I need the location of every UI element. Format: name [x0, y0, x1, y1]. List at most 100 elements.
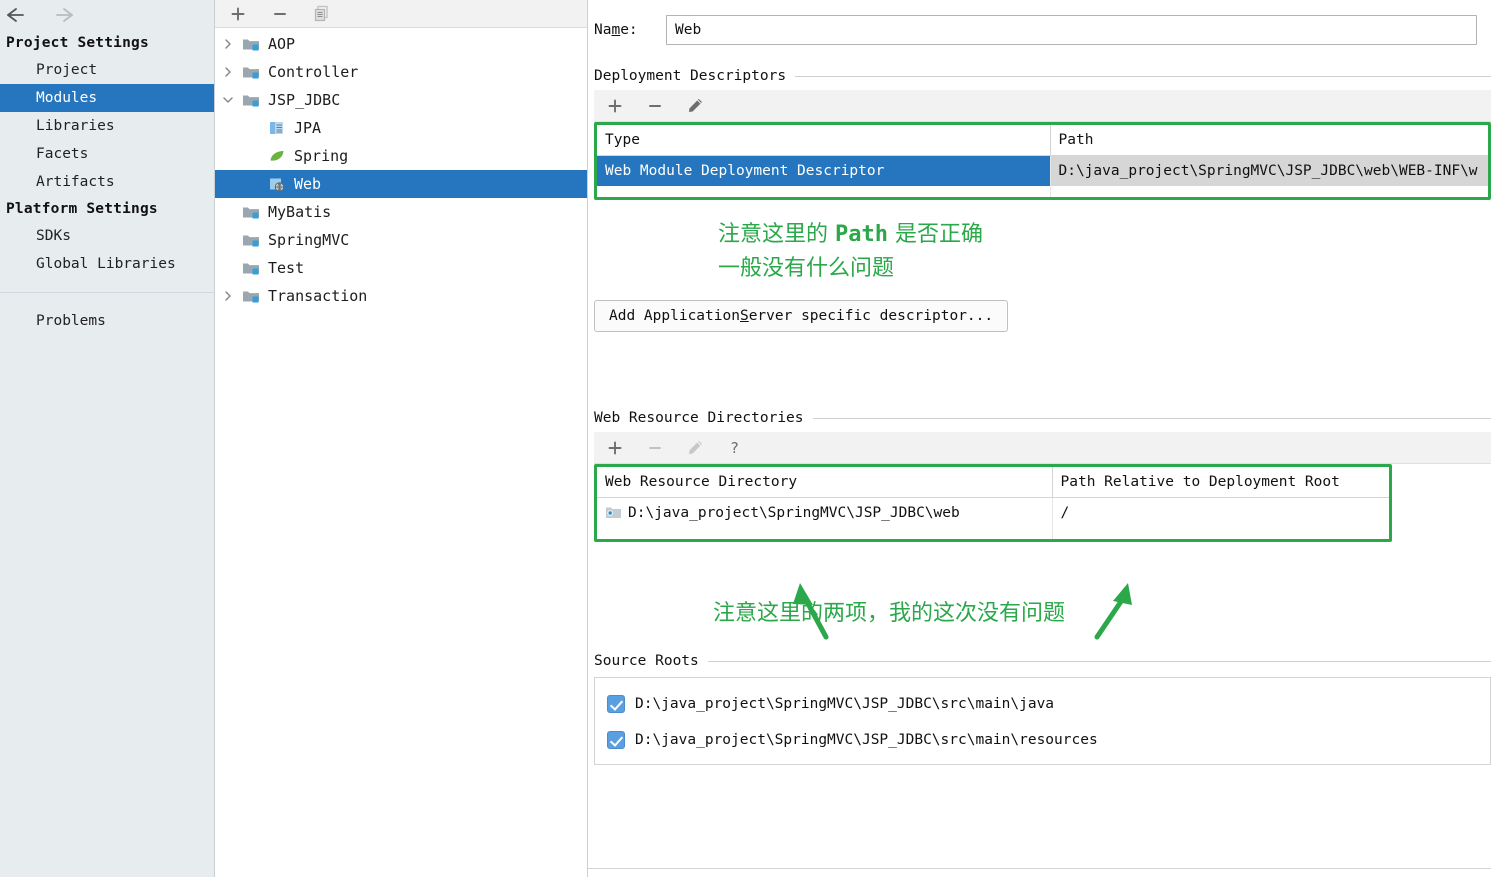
modules-tree[interactable]: AOP Controller JSP_JDBC JPA Spring Web M…: [215, 28, 587, 877]
sidebar-item-libraries[interactable]: Libraries: [0, 112, 214, 140]
tree-node-label: Web: [294, 175, 322, 193]
source-roots-list[interactable]: D:\java_project\SpringMVC\JSP_JDBC\src\m…: [594, 677, 1491, 765]
sidebar-item-problems[interactable]: Problems: [0, 307, 214, 335]
annotation-web-resource-note: 注意这里的两项，我的这次没有问题: [713, 597, 1491, 631]
add-descriptor-button[interactable]: [604, 95, 626, 117]
module-folder-icon: [241, 230, 261, 250]
tree-node-label: Spring: [294, 147, 349, 165]
column-header-type[interactable]: Type: [597, 125, 1051, 156]
table-empty-row: [597, 527, 1389, 539]
chevron-down-icon[interactable]: [215, 86, 241, 114]
back-arrow-icon[interactable]: [4, 3, 32, 27]
cell-descriptor-type: Web Module Deployment Descriptor: [597, 155, 1051, 186]
sidebar-item-facets[interactable]: Facets: [0, 140, 214, 168]
cell-path-relative: /: [1060, 504, 1070, 521]
tree-node-jpa[interactable]: JPA: [215, 114, 587, 142]
web-resource-help-icon[interactable]: ?: [724, 437, 746, 459]
sidebar-nav-arrows: [0, 0, 214, 30]
remove-module-button[interactable]: [269, 3, 291, 25]
module-folder-icon: [241, 202, 261, 222]
module-detail-panel: Name: Deployment Descriptors: [588, 0, 1491, 877]
chevron-right-icon[interactable]: [215, 58, 241, 86]
sidebar-item-project[interactable]: Project: [0, 56, 214, 84]
table-row[interactable]: Web Module Deployment Descriptor D:\java…: [597, 155, 1488, 186]
cell-text: D:\java_project\SpringMVC\JSP_JDBC\web: [628, 504, 960, 521]
chevron-right-icon[interactable]: [215, 282, 241, 310]
web-resource-directories-section-header: Web Resource Directories: [588, 410, 1491, 426]
module-folder-icon: [241, 258, 261, 278]
tree-node-label: JPA: [294, 119, 322, 137]
module-folder-icon: [241, 90, 261, 110]
cell-descriptor-path: D:\java_project\SpringMVC\JSP_JDBC\web\W…: [1050, 155, 1488, 186]
tree-node-label: SpringMVC: [268, 231, 350, 249]
tree-node-label: Transaction: [268, 287, 368, 305]
source-root-checkbox[interactable]: [607, 731, 625, 749]
sidebar-group-project-settings: Project Settings Project Modules Librari…: [0, 30, 214, 196]
add-module-button[interactable]: [227, 3, 249, 25]
web-resource-directories-toolbar: ?: [594, 432, 1491, 464]
source-root-row[interactable]: D:\java_project\SpringMVC\JSP_JDBC\src\m…: [595, 686, 1490, 722]
table-empty-row: [597, 185, 1488, 197]
remove-web-resource-button: [644, 437, 666, 459]
sidebar-item-sdks[interactable]: SDKs: [0, 222, 214, 250]
sidebar-item-modules[interactable]: Modules: [0, 84, 214, 112]
tree-node-jsp-jdbc[interactable]: JSP_JDBC: [215, 86, 587, 114]
source-root-row[interactable]: D:\java_project\SpringMVC\JSP_JDBC\src\m…: [595, 722, 1490, 758]
bottom-divider: [588, 868, 1491, 869]
sidebar-group-title: Platform Settings: [6, 201, 158, 217]
forward-arrow-icon[interactable]: [48, 3, 76, 27]
tree-node-test[interactable]: Test: [215, 254, 587, 282]
modules-tree-panel: AOP Controller JSP_JDBC JPA Spring Web M…: [215, 0, 588, 877]
remove-descriptor-button[interactable]: [644, 95, 666, 117]
jpa-facet-icon: [267, 118, 287, 138]
spring-facet-icon: [267, 146, 287, 166]
project-structure-dialog: Project Settings Project Modules Librari…: [0, 0, 1491, 877]
web-facet-icon: [267, 174, 287, 194]
tree-node-controller[interactable]: Controller: [215, 58, 587, 86]
sidebar-group-platform-settings: Platform Settings SDKs Global Libraries: [0, 196, 214, 278]
cell-web-resource-directory: D:\java_project\SpringMVC\JSP_JDBC\web: [597, 497, 1053, 528]
tree-node-label: MyBatis: [268, 203, 332, 221]
tree-node-aop[interactable]: AOP: [215, 30, 587, 58]
web-resource-directories-table[interactable]: Web Resource Directory Path Relative to …: [597, 467, 1389, 539]
edit-web-resource-button: [684, 437, 706, 459]
deployment-descriptors-table-highlight: Type Path Web Module Deployment Descript…: [594, 122, 1491, 200]
section-rule: [795, 75, 1491, 77]
module-name-input[interactable]: [666, 15, 1477, 45]
annotation-line: 一般没有什么问题: [718, 256, 895, 281]
tree-node-spring[interactable]: Spring: [215, 142, 587, 170]
source-root-path: D:\java_project\SpringMVC\JSP_JDBC\src\m…: [635, 696, 1055, 712]
sidebar-group-title: Project Settings: [6, 35, 149, 51]
deployment-descriptors-section-header: Deployment Descriptors: [588, 68, 1491, 84]
column-header-path[interactable]: Path: [1050, 125, 1488, 156]
table-row[interactable]: D:\java_project\SpringMVC\JSP_JDBC\web /: [597, 497, 1389, 528]
tree-node-web[interactable]: Web: [215, 170, 587, 198]
settings-sidebar: Project Settings Project Modules Librari…: [0, 0, 215, 877]
section-rule: [812, 417, 1491, 419]
annotation-line: 注意这里的 Path 是否正确: [718, 222, 983, 247]
source-root-checkbox[interactable]: [607, 695, 625, 713]
column-header-path-relative[interactable]: Path Relative to Deployment Root: [1052, 467, 1389, 498]
sidebar-item-global-libraries[interactable]: Global Libraries: [0, 250, 214, 278]
cell-empty: [1052, 527, 1389, 539]
tree-node-mybatis[interactable]: MyBatis: [215, 198, 587, 226]
add-application-server-descriptor-button[interactable]: Add Application Server specific descript…: [594, 300, 1009, 332]
deployment-descriptors-table[interactable]: Type Path Web Module Deployment Descript…: [597, 125, 1488, 197]
tree-node-label: JSP_JDBC: [268, 91, 341, 109]
column-header-web-resource-directory[interactable]: Web Resource Directory: [597, 467, 1053, 498]
tree-node-springmvc[interactable]: SpringMVC: [215, 226, 587, 254]
chevron-right-icon[interactable]: [215, 30, 241, 58]
edit-descriptor-button[interactable]: [684, 95, 706, 117]
annotation-line: 注意这里的两项，我的这次没有问题: [713, 601, 1066, 626]
add-web-resource-button[interactable]: [604, 437, 626, 459]
module-folder-icon: [241, 62, 261, 82]
sidebar-item-artifacts[interactable]: Artifacts: [0, 168, 214, 196]
copy-module-button[interactable]: [311, 3, 333, 25]
sidebar-divider: [0, 292, 214, 293]
tree-node-transaction[interactable]: Transaction: [215, 282, 587, 310]
web-resource-directories-table-highlight: Web Resource Directory Path Relative to …: [594, 464, 1392, 542]
